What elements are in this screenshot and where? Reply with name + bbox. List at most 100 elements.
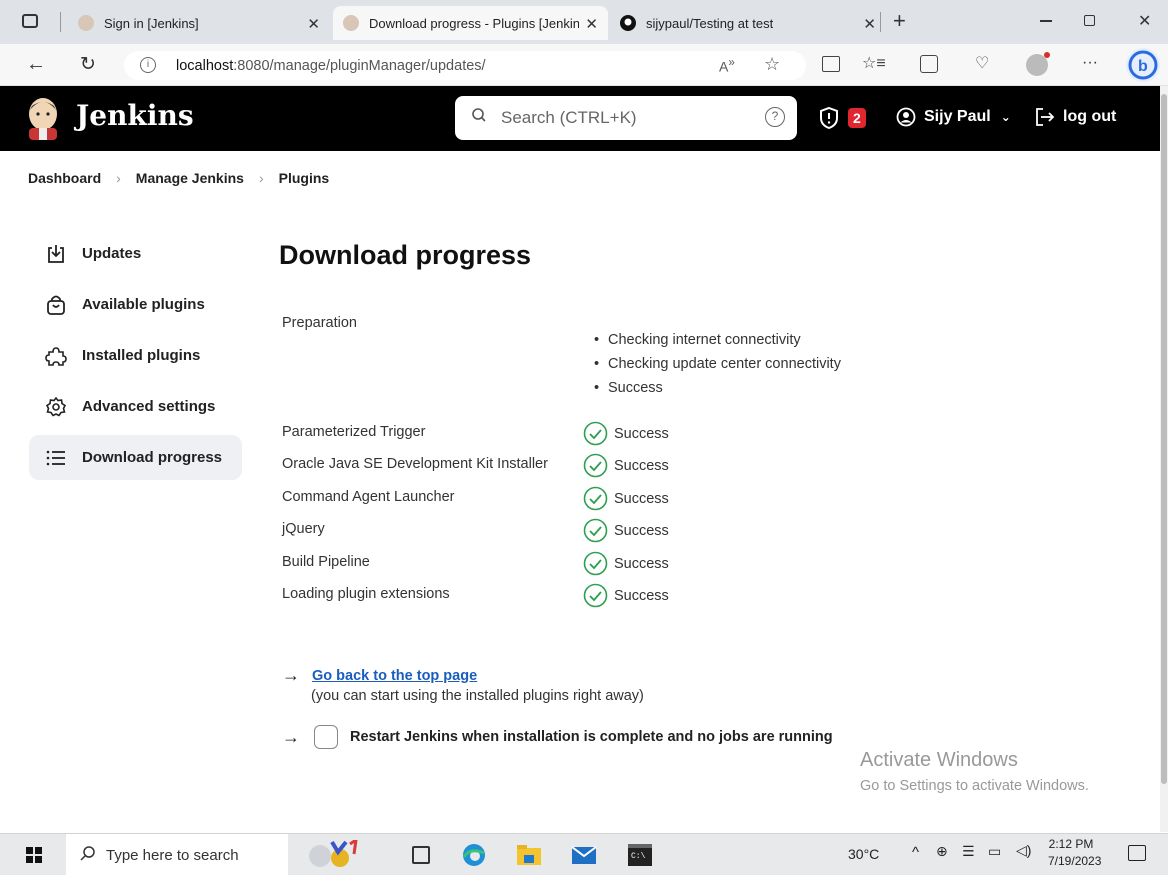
browser-tab-bar: Sign in [Jenkins] ✕ Download progress - … — [0, 0, 1168, 44]
sidebar-item-download-progress[interactable]: Download progress — [29, 435, 242, 480]
search-highlight-icon[interactable] — [306, 840, 360, 870]
browser-tab-signin[interactable]: Sign in [Jenkins] ✕ — [70, 6, 330, 40]
jenkins-brand[interactable]: Jenkins — [76, 99, 194, 132]
sidebar-item-updates[interactable]: Updates — [29, 231, 242, 276]
plugin-status: Success — [583, 453, 669, 478]
check-circle-icon — [583, 421, 608, 446]
restore-icon[interactable] — [1084, 15, 1095, 26]
puzzle-icon — [45, 346, 67, 366]
github-icon — [620, 15, 636, 31]
url-field[interactable]: i localhost:8080/manage/pluginManager/up… — [124, 51, 806, 80]
new-tab-icon[interactable]: + — [893, 8, 906, 34]
check-circle-icon — [583, 551, 608, 576]
restart-label[interactable]: Restart Jenkins when installation is com… — [350, 729, 833, 745]
close-tab-icon[interactable]: ✕ — [307, 15, 320, 33]
taskbar-search-input[interactable]: Type here to search — [66, 834, 288, 876]
plugin-status: Success — [583, 551, 669, 576]
logout-icon — [1036, 108, 1055, 126]
plugin-name: Command Agent Launcher — [282, 489, 455, 505]
back-icon[interactable]: ← — [26, 53, 46, 76]
search-help-icon[interactable]: ? — [765, 107, 785, 127]
file-explorer-icon[interactable] — [517, 845, 541, 865]
task-view-icon[interactable] — [412, 846, 430, 864]
notification-dot — [1044, 52, 1050, 58]
go-back-row: → Go back to the top page — [282, 665, 477, 686]
security-monitor-button[interactable]: 2 — [818, 106, 866, 130]
plugin-status: Success — [583, 421, 669, 446]
arrow-right-icon: → — [282, 665, 300, 685]
clock-date: 7/19/2023 — [1048, 854, 1102, 868]
sidebar-item-advanced-settings[interactable]: Advanced settings — [29, 384, 242, 429]
plugin-name: Oracle Java SE Development Kit Installer — [282, 456, 548, 472]
search-input[interactable]: Search (CTRL+K) ? — [455, 96, 797, 140]
notifications-icon[interactable] — [1128, 845, 1146, 861]
clock-time: 2:12 PM — [1048, 837, 1094, 851]
chevron-right-icon: › — [258, 170, 264, 186]
display-icon[interactable]: ▭ — [988, 843, 1001, 860]
breadcrumb-manage-jenkins[interactable]: Manage Jenkins — [136, 170, 244, 186]
shield-warning-icon — [820, 106, 838, 130]
weather-text[interactable]: 30°C — [848, 846, 879, 862]
favorite-star-icon[interactable]: ☆ — [764, 54, 780, 75]
preparation-label: Preparation — [282, 315, 357, 331]
breadcrumb: Dashboard › Manage Jenkins › Plugins — [28, 170, 329, 186]
arrow-right-icon: → — [282, 726, 300, 747]
edge-icon[interactable] — [462, 843, 486, 867]
preparation-step: Checking internet connectivity — [594, 332, 801, 348]
breadcrumb-dashboard[interactable]: Dashboard — [28, 170, 101, 186]
favorites-icon[interactable]: ☆≡ — [862, 53, 886, 73]
read-aloud-icon[interactable]: A» — [719, 56, 735, 75]
check-circle-icon — [583, 453, 608, 478]
minimize-icon[interactable] — [1040, 20, 1052, 22]
search-icon — [80, 846, 96, 864]
security-badge: 2 — [848, 108, 866, 128]
site-info-icon[interactable]: i — [140, 57, 156, 73]
tab-actions-icon[interactable] — [22, 14, 38, 28]
check-circle-icon — [583, 518, 608, 543]
scrollbar-thumb[interactable] — [1161, 94, 1167, 784]
watermark-subtitle: Go to Settings to activate Windows. — [860, 778, 1089, 794]
collections-icon[interactable] — [920, 55, 938, 73]
plugin-status: Success — [583, 583, 669, 608]
logout-button[interactable]: log out — [1034, 107, 1116, 127]
refresh-icon[interactable]: ↻ — [80, 53, 96, 76]
restart-checkbox[interactable] — [314, 725, 338, 749]
volume-icon[interactable]: ◁) — [1016, 842, 1031, 859]
sidebar-item-installed-plugins[interactable]: Installed plugins — [29, 333, 242, 378]
windows-taskbar: Type here to search C:\ 30°C ^ ⊕ ☰ ▭ ◁) … — [0, 833, 1168, 876]
go-back-link[interactable]: Go back to the top page — [312, 668, 477, 684]
jenkins-logo-icon[interactable] — [24, 96, 62, 140]
bing-copilot-icon[interactable]: b — [1126, 48, 1160, 82]
mail-icon[interactable] — [572, 845, 596, 865]
check-circle-icon — [583, 583, 608, 608]
browser-address-bar: ← ↻ i localhost:8080/manage/pluginManage… — [0, 44, 1168, 86]
sidebar-item-available-plugins[interactable]: Available plugins — [29, 282, 242, 327]
activate-windows-watermark: Activate Windows Go to Settings to activ… — [860, 749, 1089, 794]
close-tab-icon[interactable]: ✕ — [863, 15, 876, 33]
chevron-up-icon[interactable]: ^ — [912, 844, 919, 861]
close-tab-icon[interactable]: ✕ — [585, 15, 598, 33]
clock[interactable]: 2:12 PM 7/19/2023 — [1048, 837, 1102, 868]
breadcrumb-plugins[interactable]: Plugins — [279, 170, 330, 186]
shopping-bag-icon — [47, 295, 65, 315]
browser-tab-github[interactable]: sijypaul/Testing at test ✕ — [612, 6, 882, 40]
meet-now-icon[interactable]: ⊕ — [936, 843, 948, 860]
user-icon — [896, 107, 916, 127]
search-icon — [471, 107, 487, 125]
split-screen-icon[interactable] — [822, 56, 840, 72]
chevron-down-icon: ⌄ — [1000, 110, 1011, 124]
user-menu[interactable]: Sijy Paul ⌄ — [896, 107, 1011, 127]
plugin-name: jQuery — [282, 521, 325, 537]
network-icon[interactable]: ☰ — [962, 843, 975, 860]
list-icon — [46, 450, 65, 465]
go-back-note: (you can start using the installed plugi… — [311, 688, 644, 704]
plugin-name: Parameterized Trigger — [282, 424, 426, 440]
divider — [60, 12, 61, 32]
close-window-icon[interactable]: ✕ — [1138, 11, 1151, 31]
terminal-icon[interactable]: C:\ — [628, 844, 652, 866]
windows-start-icon[interactable] — [26, 847, 42, 863]
browser-essentials-icon[interactable]: ♡ — [975, 53, 989, 73]
browser-tab-download-progress[interactable]: Download progress - Plugins [Jenkins] ✕ — [333, 6, 608, 40]
page-scrollbar[interactable] — [1160, 86, 1168, 832]
more-menu-icon[interactable]: ··· — [1082, 54, 1098, 72]
